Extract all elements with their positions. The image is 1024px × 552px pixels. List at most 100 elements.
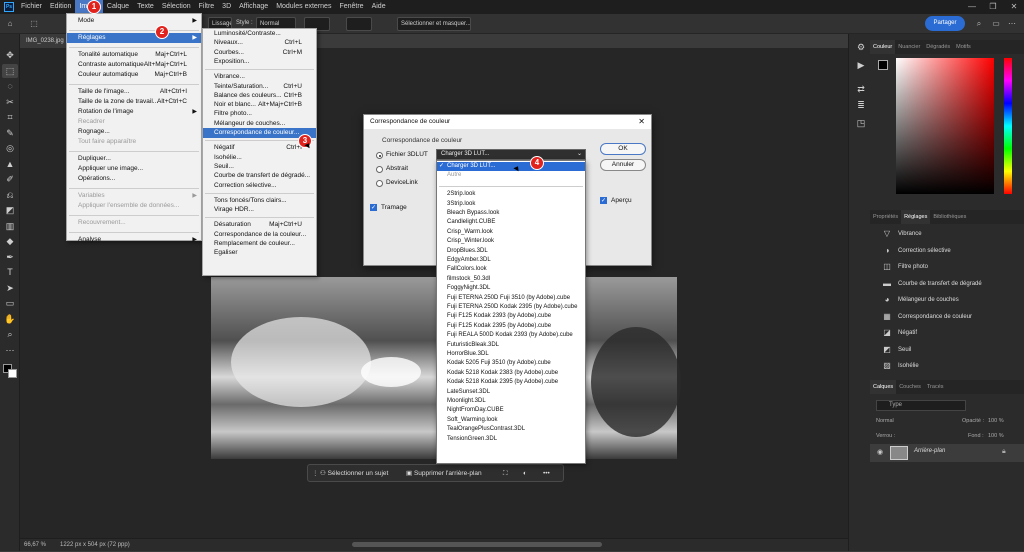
- height-field[interactable]: [346, 17, 372, 31]
- properties-icon[interactable]: ◳: [853, 116, 869, 130]
- mask-icon[interactable]: ⛶: [503, 467, 508, 480]
- tab-r-glages[interactable]: Réglages: [901, 210, 931, 224]
- lut-option[interactable]: Fuji F125 Kodak 2393 (by Adobe).cube: [437, 312, 585, 321]
- tab-motifs[interactable]: Motifs: [953, 40, 974, 54]
- menu-item[interactable]: Mode ▶: [67, 16, 201, 26]
- menu-item[interactable]: Taille de l'image... Alt+Ctrl+I: [67, 87, 201, 97]
- color-field[interactable]: [896, 58, 994, 194]
- menu-texte[interactable]: Texte: [133, 0, 158, 14]
- workspace-icon[interactable]: ▭: [990, 18, 1002, 30]
- share-button[interactable]: Partager: [925, 16, 965, 31]
- menu-item[interactable]: Egaliser: [203, 248, 316, 258]
- type-tool-icon[interactable]: T: [2, 265, 18, 279]
- select-and-mask-button[interactable]: Sélectionner et masquer...: [397, 17, 471, 31]
- tab-propri-t-s[interactable]: Propriétés: [870, 210, 901, 224]
- lut-option[interactable]: Soft_Warming.look: [437, 416, 585, 425]
- layer-filter-search[interactable]: Type: [876, 400, 966, 411]
- menu-fichier[interactable]: Fichier: [17, 0, 46, 14]
- lut-option[interactable]: Fuji ETERNA 250D Kodak 2395 (by Adobe).c…: [437, 303, 585, 312]
- menu-3d[interactable]: 3D: [218, 0, 235, 14]
- adjustment-item[interactable]: ◕ Mélangeur de couches: [882, 292, 1022, 308]
- lut-option[interactable]: FallColors.look: [437, 265, 585, 274]
- menu-item[interactable]: Virage HDR...: [203, 205, 316, 215]
- pen-tool-icon[interactable]: ✒: [2, 250, 18, 264]
- menu-s-lection[interactable]: Sélection: [158, 0, 195, 14]
- layer-row[interactable]: ◉ Arrière-plan 🔒︎: [870, 444, 1024, 462]
- lut-option[interactable]: Kodak 5218 Kodak 2395 (by Adobe).cube: [437, 378, 585, 387]
- tab-nuancier[interactable]: Nuancier: [895, 40, 923, 54]
- menu-fen-tre[interactable]: Fenêtre: [335, 0, 367, 14]
- adjustment-item[interactable]: ◑ Correction sélective: [882, 243, 1022, 259]
- lut-select[interactable]: Charger 3D LUT... ⌄: [436, 149, 586, 160]
- adjustment-item[interactable]: ▬ Courbe de transfert de dégradé: [882, 276, 1022, 292]
- menu-item[interactable]: Contraste automatique Alt+Maj+Ctrl+L: [67, 60, 201, 70]
- menu-item[interactable]: Appliquer une image...: [67, 164, 201, 174]
- lut-option[interactable]: EdgyAmber.3DL: [437, 256, 585, 265]
- blend-mode[interactable]: Normal: [876, 416, 926, 426]
- minimize-button[interactable]: —: [962, 0, 982, 14]
- lut-option[interactable]: Crisp_Winter.look: [437, 237, 585, 246]
- remove-background-button[interactable]: ▣ Supprimer l'arrière-plan: [406, 467, 482, 480]
- path-select-icon[interactable]: ➤: [2, 281, 18, 295]
- history-brush-icon[interactable]: ⎌: [2, 188, 18, 202]
- menu-item[interactable]: Taille de la zone de travail... Alt+Ctrl+…: [67, 97, 201, 107]
- menu-item[interactable]: Correction sélective...: [203, 181, 316, 191]
- foreground-swatch[interactable]: [878, 60, 888, 70]
- lut-option[interactable]: Moonlight.3DL: [437, 397, 585, 406]
- menu-calque[interactable]: Calque: [103, 0, 133, 14]
- lut-option[interactable]: Candlelight.CUBE: [437, 218, 585, 227]
- layers-comp-icon[interactable]: ≣: [853, 98, 869, 112]
- lut-option[interactable]: DropBlues.3DL: [437, 247, 585, 256]
- collapse-icon[interactable]: ⚙: [853, 40, 869, 54]
- menu-filtre[interactable]: Filtre: [195, 0, 219, 14]
- cancel-button[interactable]: Annuler: [600, 159, 646, 171]
- hand-tool-icon[interactable]: ✋: [2, 312, 18, 326]
- home-icon[interactable]: ⌂: [4, 18, 16, 30]
- frame-tool-icon[interactable]: ⌗: [2, 110, 18, 124]
- lut-option[interactable]: Crisp_Warm.look: [437, 228, 585, 237]
- lut-option[interactable]: filmstock_50.3dl: [437, 275, 585, 284]
- lut-option[interactable]: Fuji ETERNA 250D Fuji 3510 (by Adobe).cu…: [437, 294, 585, 303]
- ok-button[interactable]: OK: [600, 143, 646, 155]
- menu-item[interactable]: Opérations...: [67, 174, 201, 184]
- radio-abstract[interactable]: [376, 166, 383, 173]
- menu-item[interactable]: Dupliquer...: [67, 154, 201, 164]
- adjustment-item[interactable]: ▨ Isohélie: [882, 358, 1022, 374]
- tab-calques[interactable]: Calques: [870, 380, 897, 394]
- menu-affichage[interactable]: Affichage: [235, 0, 272, 14]
- adjustment-item[interactable]: ▦ Correspondance de couleur: [882, 309, 1022, 325]
- lut-option[interactable]: TensionGreen.3DL: [437, 435, 585, 444]
- tab-trac-s[interactable]: Tracés: [924, 380, 947, 394]
- menu-modules-externes[interactable]: Modules externes: [272, 0, 335, 14]
- opacity-value[interactable]: 100 %: [988, 416, 1004, 426]
- document-tab[interactable]: IMG_0238.jpg: [20, 34, 68, 48]
- tab-d-grad-s[interactable]: Dégradés: [923, 40, 953, 54]
- lut-option[interactable]: LateSunset.3DL: [437, 388, 585, 397]
- drag-handle-icon[interactable]: ⋮: [312, 467, 319, 480]
- preview-checkbox[interactable]: ✓: [600, 197, 607, 204]
- radio-devicelink[interactable]: [376, 180, 383, 187]
- zoom-tool-icon[interactable]: ⌕: [2, 327, 18, 341]
- adjustment-item[interactable]: ◫ Filtre photo: [882, 259, 1022, 275]
- lut-option[interactable]: Charger 3D LUT...: [437, 162, 585, 171]
- tab-biblioth-ques[interactable]: Bibliothèques: [930, 210, 969, 224]
- lut-option[interactable]: 3Strip.look: [437, 200, 585, 209]
- lasso-tool-icon[interactable]: ◌: [2, 79, 18, 93]
- menu-item[interactable]: Réglages ▶: [67, 33, 201, 43]
- menu-item[interactable]: Exposition...: [203, 57, 316, 67]
- eyedropper-tool-icon[interactable]: ✎: [2, 126, 18, 140]
- menu-item[interactable]: Couleur automatique Maj+Ctrl+B: [67, 70, 201, 80]
- lut-option[interactable]: Fuji REALA 500D Kodak 2393 (by Adobe).cu…: [437, 331, 585, 340]
- lut-option[interactable]: Kodak 5205 Fuji 3510 (by Adobe).cube: [437, 359, 585, 368]
- adjustment-item[interactable]: ◪ Négatif: [882, 325, 1022, 341]
- adjust-icon[interactable]: ◐: [523, 467, 527, 480]
- horizontal-scrollbar[interactable]: [352, 542, 602, 547]
- brush-tool-icon[interactable]: ▲: [2, 157, 18, 171]
- dither-checkbox[interactable]: ✓: [370, 204, 377, 211]
- fill-value[interactable]: 100 %: [988, 431, 1004, 441]
- marquee-tool-preset-icon[interactable]: ⬚: [28, 18, 40, 30]
- zoom-level[interactable]: 66,67 %: [24, 539, 46, 552]
- lut-option[interactable]: NightFromDay.CUBE: [437, 406, 585, 415]
- tab-couches[interactable]: Couches: [896, 380, 924, 394]
- adjustment-item[interactable]: ▽ Vibrance: [882, 226, 1022, 242]
